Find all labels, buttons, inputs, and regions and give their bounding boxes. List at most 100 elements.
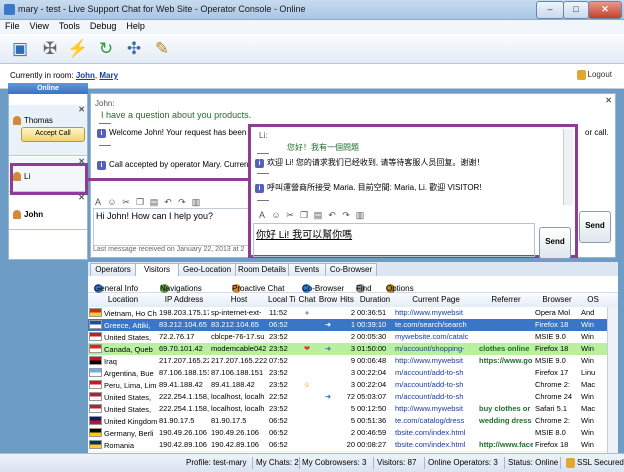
tools-icon[interactable]: ✠ (38, 37, 62, 61)
file-icon[interactable]: ▥ (191, 197, 201, 207)
window-title: mary - test - Live Support Chat for Web … (18, 4, 306, 14)
menu-file[interactable]: File (0, 20, 25, 32)
room-user-john[interactable]: John (76, 71, 95, 80)
flag-icon (89, 308, 102, 317)
cell-chat (297, 440, 317, 451)
chat-panel-li: Li: 您好！我有一個問題 i 欢迎 Li! 您的请求我们已经收到, 请等待客服人… (248, 124, 578, 259)
cell-ref (479, 380, 533, 391)
cell-host: 89.41.188.42 (211, 380, 255, 389)
col-ip[interactable]: IP Address (158, 295, 210, 304)
col-chat[interactable]: Chat (296, 295, 318, 304)
visitors-grid: Location IP Address Host Local Time Chat… (88, 293, 618, 453)
cell-browser: Firefox 18 (535, 344, 569, 353)
col-local-time[interactable]: Local Time (268, 295, 296, 304)
cut-icon[interactable]: ✂ (285, 210, 295, 220)
send-button-li[interactable]: Send (539, 227, 571, 259)
chat-card-john[interactable]: ✕ John (9, 193, 87, 230)
cell-location: United States, (89, 332, 157, 343)
col-duration[interactable]: Duration (356, 295, 394, 304)
col-hits[interactable]: Hits (338, 295, 356, 304)
message-input-li[interactable]: 你好 Li! 我可以幫你嗎 (253, 223, 535, 257)
col-host[interactable]: Host (210, 295, 268, 304)
menu-debug[interactable]: Debug (85, 20, 122, 32)
cell-host: localhost, localh (211, 392, 265, 401)
system-message: i Welcome John! Your request has been (97, 128, 246, 138)
cell-ref: http://www.face (479, 440, 533, 449)
room-user-mary[interactable]: Mary (99, 71, 118, 80)
run-icon[interactable]: ⚡ (66, 37, 90, 61)
flag-icon (89, 416, 102, 425)
cell-page: m/account/add-to-sh (395, 380, 464, 389)
col-os[interactable]: OS (580, 295, 606, 304)
cell-browser: Chrome 2: (535, 380, 571, 389)
cell-host: cblcpe-76-17.su (211, 332, 265, 341)
cell-location: Iraq (89, 356, 157, 367)
close-button[interactable]: ✕ (588, 1, 622, 19)
grid-header: Location IP Address Host Local Time Chat… (88, 293, 618, 308)
cell-host: 81.90.17.5 (211, 416, 247, 425)
close-chat-thomas[interactable]: ✕ (78, 105, 85, 114)
cell-browser: Opera Mol (535, 308, 571, 317)
cell-ip: 89.41.188.42 (159, 380, 203, 389)
emoticon-icon[interactable]: ☺ (271, 210, 281, 220)
chat-card-thomas[interactable]: ✕ Thomas Accept Call (9, 105, 87, 156)
tab-geo-location[interactable]: Geo-Location (178, 263, 236, 277)
col-referrer[interactable]: Referrer (478, 295, 534, 304)
cell-duration: 01:50:00 (357, 344, 387, 353)
redo-icon[interactable]: ↷ (177, 197, 187, 207)
emoticon-icon[interactable]: ☺ (107, 197, 117, 207)
lock-icon (566, 458, 575, 468)
cell-ref: wedding dress (479, 416, 532, 425)
tab-operators[interactable]: Operators (90, 263, 136, 277)
cell-hits: 9 (350, 356, 355, 365)
flag-icon (89, 332, 102, 341)
cell-ref: clothes online (479, 344, 530, 353)
cell-hits: 20 (346, 440, 355, 449)
col-browser[interactable]: Browser (534, 295, 580, 304)
li-scrollbar[interactable] (563, 129, 573, 205)
send-button-john[interactable]: Send (579, 211, 611, 243)
cell-time: 06:52 (269, 416, 288, 425)
logout-button[interactable]: Logout (576, 70, 612, 80)
menu-tools[interactable]: Tools (54, 20, 85, 32)
minimize-button[interactable]: – (536, 1, 564, 19)
copy-icon[interactable]: ❐ (299, 210, 309, 220)
info-icon: i (255, 184, 264, 193)
menu-view[interactable]: View (25, 20, 54, 32)
grid-scrollbar[interactable] (607, 307, 618, 453)
col-current-page[interactable]: Current Page (394, 295, 478, 304)
col-brow[interactable]: Brow (318, 295, 338, 304)
tab-room-details[interactable]: Room Details (235, 263, 289, 277)
cell-os: Win (581, 356, 594, 365)
undo-icon[interactable]: ↶ (163, 197, 173, 207)
file-icon[interactable]: ▥ (355, 210, 365, 220)
network-icon[interactable]: ✣ (122, 37, 146, 61)
cut-icon[interactable]: ✂ (121, 197, 131, 207)
cell-location: Vietnam, Ho Chi (89, 308, 157, 319)
cell-page: te.com/catalog/dress (395, 416, 465, 425)
menu-help[interactable]: Help (121, 20, 150, 32)
cell-ref (479, 308, 533, 319)
paste-icon[interactable]: ▤ (149, 197, 159, 207)
cell-browser: Safari 5.1 (535, 404, 568, 413)
paste-icon[interactable]: ▤ (313, 210, 323, 220)
cell-brow (319, 368, 337, 379)
cell-page: te.com/search/search (395, 320, 467, 329)
maximize-button[interactable]: □ (563, 1, 589, 19)
text-format-icon[interactable]: A (93, 197, 103, 207)
edit-icon[interactable]: ✎ (150, 37, 174, 61)
redo-icon[interactable]: ↷ (341, 210, 351, 220)
refresh-icon[interactable]: ↻ (94, 37, 118, 61)
tab-co-browser[interactable]: Co-Browser (325, 263, 377, 277)
table-row[interactable]: Romania 190.42.89.106 190.42.89.106 06:52 20… (88, 439, 618, 452)
monitor-icon[interactable]: ▣ (8, 37, 32, 61)
cell-hits: 3 (350, 344, 355, 353)
text-format-icon[interactable]: A (257, 210, 267, 220)
copy-icon[interactable]: ❐ (135, 197, 145, 207)
status-profile: Profile: test-mary (186, 458, 247, 467)
tab-events[interactable]: Events (288, 263, 326, 277)
undo-icon[interactable]: ↶ (327, 210, 337, 220)
accept-call-button[interactable]: Accept Call (21, 127, 85, 142)
cell-os: Win (581, 416, 594, 425)
col-location[interactable]: Location (88, 295, 158, 304)
